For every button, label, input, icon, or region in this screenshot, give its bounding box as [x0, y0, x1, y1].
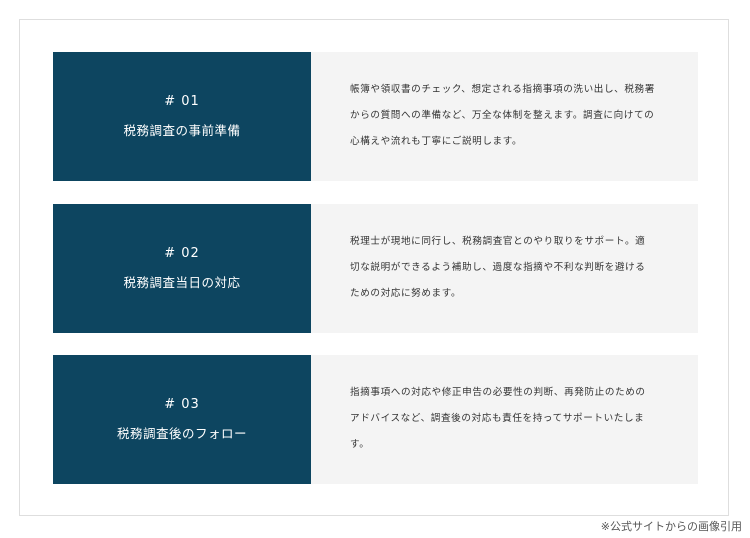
card-header: # 03 税務調査後のフォロー — [53, 355, 311, 484]
card-title: 税務調査後のフォロー — [116, 426, 247, 441]
service-card-02: # 02 税務調査当日の対応 税理士が現地に同行し、税務調査官とのやり取りをサポ… — [53, 204, 698, 333]
description-line: 帳簿や領収書のチェック、想定される指摘事項の洗い出し、税務署 — [350, 84, 655, 95]
card-description: 税理士が現地に同行し、税務調査官とのやり取りをサポート。適 切な説明ができるよう… — [350, 229, 668, 307]
service-card-01: # 01 税務調査の事前準備 帳簿や領収書のチェック、想定される指摘事項の洗い出… — [53, 52, 698, 181]
card-number: # 02 — [164, 246, 200, 261]
card-number: # 03 — [164, 397, 200, 412]
card-header: # 02 税務調査当日の対応 — [53, 204, 311, 333]
card-description: 帳簿や領収書のチェック、想定される指摘事項の洗い出し、税務署 からの質問への準備… — [350, 77, 668, 155]
description-line: 指摘事項への対応や修正申告の必要性の判断、再発防止のための — [350, 387, 646, 398]
description-line: 切な説明ができるよう補助し、過度な指摘や不利な判断を避ける — [350, 262, 646, 273]
card-title: 税務調査の事前準備 — [123, 123, 241, 138]
description-line: す。 — [350, 439, 370, 450]
card-title: 税務調査当日の対応 — [123, 275, 241, 290]
description-line: ための対応に努めます。 — [350, 288, 462, 299]
description-line: 心構えや流れも丁寧にご説明します。 — [350, 136, 523, 147]
card-number: # 01 — [164, 94, 200, 109]
card-description: 指摘事項への対応や修正申告の必要性の判断、再発防止のための アドバイスなど、調査… — [350, 380, 668, 458]
description-line: 税理士が現地に同行し、税務調査官とのやり取りをサポート。適 — [350, 236, 646, 247]
description-line: アドバイスなど、調査後の対応も責任を持ってサポートいたしま — [350, 413, 645, 424]
screenshot-frame: # 01 税務調査の事前準備 帳簿や領収書のチェック、想定される指摘事項の洗い出… — [19, 19, 729, 516]
image-source-caption: ※公式サイトからの画像引用 — [600, 520, 742, 533]
description-line: からの質問への準備など、万全な体制を整えます。調査に向けての — [350, 110, 655, 121]
service-card-03: # 03 税務調査後のフォロー 指摘事項への対応や修正申告の必要性の判断、再発防… — [53, 355, 698, 484]
card-header: # 01 税務調査の事前準備 — [53, 52, 311, 181]
